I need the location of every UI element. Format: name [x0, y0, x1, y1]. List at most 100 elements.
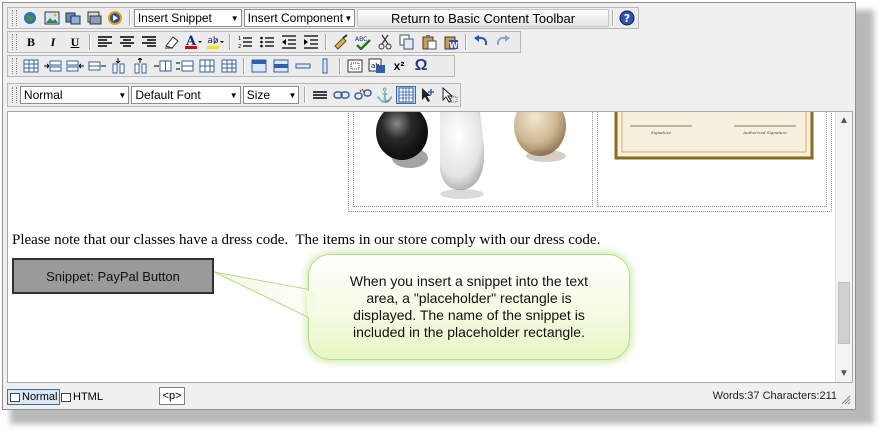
numbered-list-icon[interactable]: 12 [235, 33, 255, 51]
certificate-image-cell: Signature Authorized Signature [597, 112, 827, 207]
svg-text:?: ? [624, 12, 630, 25]
insert-column-after-icon[interactable] [131, 57, 151, 75]
insert-row-before-icon[interactable] [43, 57, 63, 75]
chevron-down-icon: ▼ [230, 13, 239, 23]
bold-button[interactable]: B [21, 33, 41, 51]
indent-icon[interactable] [301, 33, 321, 51]
row-properties-icon[interactable] [293, 57, 313, 75]
insert-column-before-icon[interactable] [109, 57, 129, 75]
svg-text:ab: ab [207, 36, 219, 46]
anchor-icon[interactable]: ⚓ [375, 86, 395, 104]
toolbar-grip[interactable] [12, 58, 17, 74]
dress-code-paragraph[interactable]: Please note that our classes have a dres… [12, 232, 600, 249]
show-borders-icon[interactable] [396, 86, 416, 104]
cut-icon[interactable] [375, 33, 395, 51]
insert-cell-icon[interactable] [175, 57, 195, 75]
certificate-authorized-label: Authorized Signature [742, 130, 787, 135]
align-left-icon[interactable] [95, 33, 115, 51]
toolbar-grip[interactable] [12, 87, 17, 103]
scroll-down-icon[interactable]: ▼ [836, 365, 852, 382]
font-select[interactable]: Default Font ▼ [131, 86, 241, 104]
font-color-icon[interactable]: A [183, 33, 203, 51]
svg-text:1: 1 [238, 36, 241, 42]
word-character-count: Words:37 Characters:211 [712, 390, 837, 402]
dance-shoes-image [376, 112, 566, 199]
view-source-icon[interactable]: ab [367, 57, 387, 75]
globe-link-icon[interactable] [21, 9, 40, 27]
format-painter-icon[interactable] [331, 33, 351, 51]
copy-icon[interactable] [397, 33, 417, 51]
merge-cells-icon[interactable] [197, 57, 217, 75]
insert-table-icon[interactable] [21, 57, 41, 75]
absolute-position-icon[interactable] [418, 86, 438, 104]
resize-grip-icon[interactable] [841, 395, 851, 405]
bullet-list-icon[interactable] [257, 33, 277, 51]
italic-button[interactable]: I [43, 33, 63, 51]
normal-mode-tab[interactable]: Normal [7, 389, 61, 405]
split-cell-icon[interactable] [219, 57, 239, 75]
delete-row-icon[interactable] [87, 57, 107, 75]
code-view-icon [61, 392, 71, 402]
insert-flash-icon[interactable] [106, 9, 125, 27]
chevron-down-icon: ▼ [118, 90, 127, 100]
certificate-signature-label: Signature [651, 130, 672, 135]
column-properties-icon[interactable] [315, 57, 335, 75]
insert-row-after-icon[interactable] [65, 57, 85, 75]
html-mode-tab[interactable]: HTML [59, 389, 105, 405]
scroll-up-icon[interactable]: ▲ [836, 112, 852, 129]
insert-snippet-select[interactable]: Insert Snippet ▼ [133, 9, 242, 27]
toolbar-row-1: Insert Snippet ▼ Insert Component ▼ Return… [7, 7, 639, 29]
paste-icon[interactable] [419, 33, 439, 51]
align-right-icon[interactable] [139, 33, 159, 51]
toolbar-row-2: B I U A ab 12 ABC W [7, 31, 521, 53]
callout-bubble: When you insert a snippet into the text … [308, 254, 630, 360]
paste-word-icon[interactable]: W [441, 33, 461, 51]
shoes-image-cell [353, 112, 593, 207]
return-basic-toolbar-button[interactable]: Return to Basic Content Toolbar [357, 9, 609, 27]
snippet-placeholder[interactable]: Snippet: PayPal Button [12, 258, 214, 294]
table-properties-icon[interactable] [249, 57, 269, 75]
certificate-image: Signature Authorized Signature [614, 112, 814, 160]
toolbar-row-4: Normal ▼ Default Font ▼ Size ▼ ⚓ [7, 83, 461, 107]
toolbar-grip[interactable] [12, 10, 17, 26]
align-center-icon[interactable] [117, 33, 137, 51]
chevron-down-icon: ▼ [344, 13, 353, 23]
highlight-color-icon[interactable]: ab [205, 33, 225, 51]
special-character-button[interactable]: Ω [411, 57, 431, 75]
unlink-icon[interactable] [353, 86, 373, 104]
current-tag-button[interactable]: <p> [159, 387, 185, 405]
help-icon[interactable]: ? [618, 9, 637, 27]
select-element-icon[interactable] [439, 86, 459, 104]
delete-column-icon[interactable] [153, 57, 173, 75]
spellcheck-icon[interactable]: ABC [353, 33, 373, 51]
vertical-scrollbar[interactable]: ▲ ▼ [835, 112, 852, 382]
link-icon[interactable] [332, 86, 352, 104]
eraser-icon[interactable] [161, 33, 181, 51]
callout-text: When you insert a snippet into the text … [349, 273, 589, 340]
toolbar-grip[interactable] [12, 34, 17, 50]
scrollbar-thumb[interactable] [838, 282, 850, 344]
outdent-icon[interactable] [279, 33, 299, 51]
superscript-button[interactable]: x² [389, 57, 409, 75]
insert-image-icon[interactable] [42, 9, 61, 27]
underline-button[interactable]: U [65, 33, 85, 51]
insert-media-icon[interactable] [63, 9, 82, 27]
paragraph-format-select[interactable]: Normal ▼ [19, 86, 130, 104]
horizontal-rule-icon[interactable] [310, 86, 330, 104]
design-view-icon [10, 392, 20, 402]
image-table: Signature Authorized Signature [348, 112, 832, 212]
chevron-down-icon: ▼ [288, 90, 297, 100]
redo-icon[interactable] [493, 33, 513, 51]
toolbar-row-3: ab x² Ω [7, 55, 455, 77]
undo-icon[interactable] [471, 33, 491, 51]
svg-text:W: W [449, 41, 458, 50]
svg-text:2: 2 [238, 44, 241, 49]
insert-document-icon[interactable] [84, 9, 103, 27]
cell-properties-icon[interactable] [271, 57, 291, 75]
font-size-select[interactable]: Size ▼ [242, 86, 300, 104]
insert-component-select[interactable]: Insert Component ▼ [243, 9, 356, 27]
insert-box-icon[interactable] [345, 57, 365, 75]
status-bar: Normal HTML <p> Words:37 Characters:211 [7, 387, 853, 407]
svg-text:ABC: ABC [355, 36, 367, 43]
chevron-down-icon: ▼ [229, 90, 238, 100]
